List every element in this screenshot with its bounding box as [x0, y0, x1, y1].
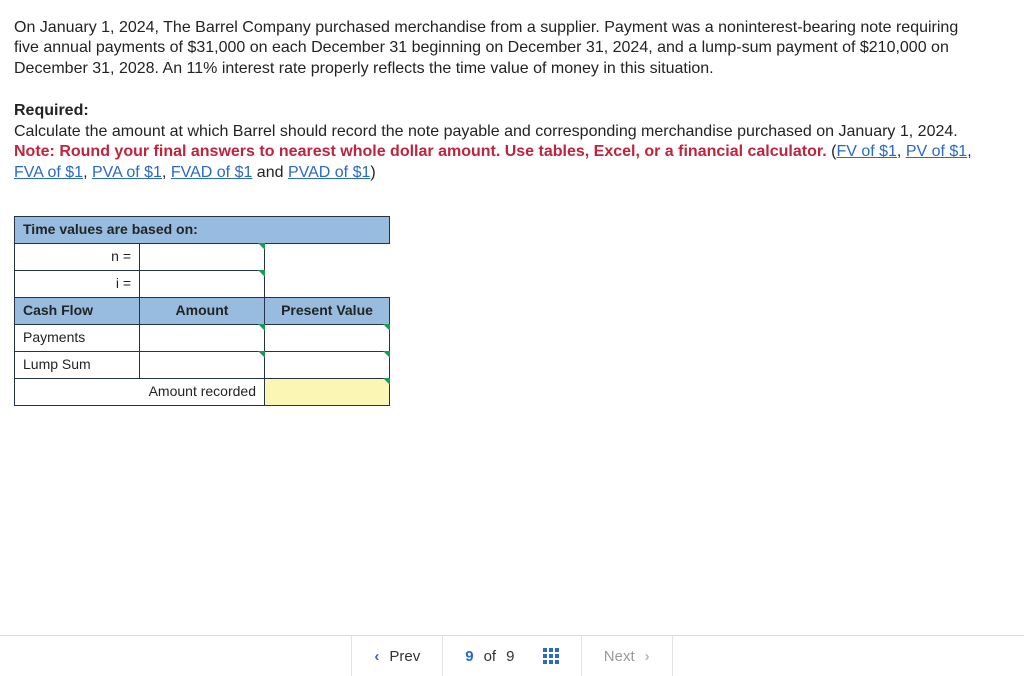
n-label: n = — [15, 244, 140, 271]
sep: , — [967, 143, 971, 160]
time-value-table: Time values are based on: n = i = Cash F… — [14, 216, 390, 405]
current-page: 9 — [465, 648, 473, 665]
i-label: i = — [15, 271, 140, 298]
col-header-cashflow: Cash Flow — [15, 298, 140, 325]
link-fv-of-1[interactable]: FV of $1 — [836, 143, 896, 160]
required-heading: Required: — [14, 101, 1010, 121]
link-pvad-of-1[interactable]: PVAD of $1 — [288, 164, 370, 181]
sep: , — [897, 143, 906, 160]
amount-recorded-value[interactable] — [265, 378, 390, 405]
of-word: of — [484, 648, 497, 665]
link-pv-of-1[interactable]: PV of $1 — [906, 143, 967, 160]
page-counter: 9 of 9 — [443, 636, 582, 676]
note-bold: Note: Round your final answers to neares… — [14, 143, 827, 160]
input-table-wrap: Time values are based on: n = i = Cash F… — [14, 216, 1010, 405]
col-header-amount: Amount — [140, 298, 265, 325]
next-button[interactable]: Next › — [582, 636, 673, 676]
and-word: and — [252, 164, 288, 181]
payments-pv-input[interactable] — [265, 324, 390, 351]
sep: , — [83, 164, 92, 181]
close-paren: ) — [370, 164, 375, 181]
open-paren: ( — [827, 143, 837, 160]
next-label: Next — [604, 648, 635, 665]
pager-footer: ‹ Prev 9 of 9 Next › — [0, 635, 1024, 676]
chevron-left-icon: ‹ — [374, 648, 379, 665]
prev-label: Prev — [389, 648, 420, 665]
amount-recorded-label: Amount recorded — [15, 378, 265, 405]
sep: , — [162, 164, 171, 181]
payments-amount-input[interactable] — [140, 324, 265, 351]
i-input[interactable] — [140, 271, 265, 298]
link-fvad-of-1[interactable]: FVAD of $1 — [171, 164, 253, 181]
table-row: Payments — [15, 324, 390, 351]
link-fva-of-1[interactable]: FVA of $1 — [14, 164, 83, 181]
required-text: Calculate the amount at which Barrel sho… — [14, 122, 974, 142]
table-row: Lump Sum — [15, 351, 390, 378]
lumpsum-pv-input[interactable] — [265, 351, 390, 378]
lumpsum-amount-input[interactable] — [140, 351, 265, 378]
problem-paragraph: On January 1, 2024, The Barrel Company p… — [14, 18, 974, 79]
payments-label: Payments — [15, 324, 140, 351]
n-input[interactable] — [140, 244, 265, 271]
prev-button[interactable]: ‹ Prev — [351, 636, 443, 676]
table-row-total: Amount recorded — [15, 378, 390, 405]
blank-cell — [265, 271, 390, 298]
lumpsum-label: Lump Sum — [15, 351, 140, 378]
table-title: Time values are based on: — [15, 217, 390, 244]
grid-icon[interactable] — [543, 648, 559, 664]
note-line: Note: Round your final answers to neares… — [14, 142, 974, 183]
total-pages: 9 — [506, 648, 514, 665]
blank-cell — [265, 244, 390, 271]
chevron-right-icon: › — [645, 648, 650, 665]
question-body: On January 1, 2024, The Barrel Company p… — [0, 0, 1024, 406]
link-pva-of-1[interactable]: PVA of $1 — [92, 164, 162, 181]
col-header-pv: Present Value — [265, 298, 390, 325]
